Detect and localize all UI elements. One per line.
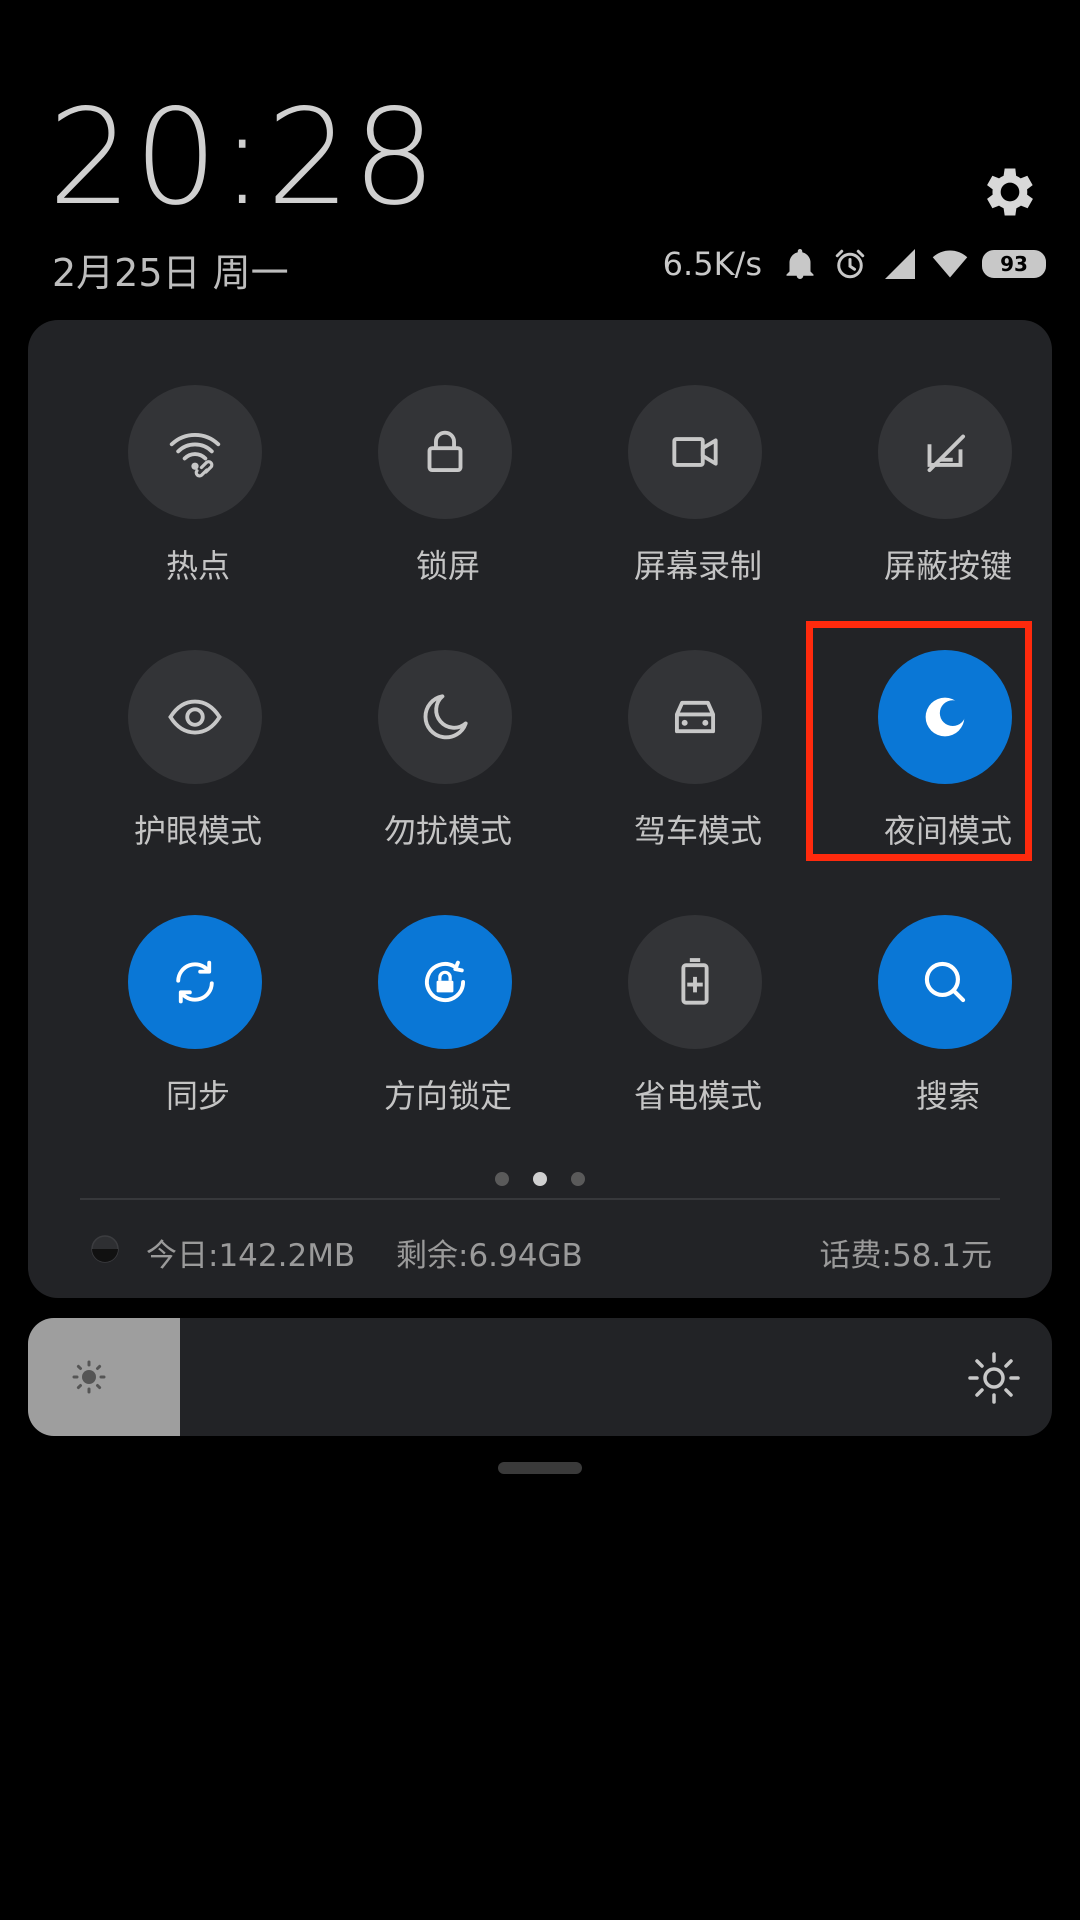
data-usage-icon [91,1235,119,1263]
tile-button[interactable] [128,385,262,519]
drag-handle[interactable] [498,1462,582,1474]
tile-block-keys[interactable]: 屏蔽按键 [823,385,1073,625]
eye-icon [168,699,222,735]
network-speed: 6.5K/s [662,245,762,283]
tile-label: 省电模式 [633,1077,762,1115]
tile-search[interactable]: 搜索 [823,915,1073,1155]
video-camera-icon [672,437,718,467]
block-keys-icon [927,434,966,473]
tile-button[interactable] [628,385,762,519]
tile-button[interactable] [378,650,512,784]
tile-lock-screen[interactable]: 锁屏 [323,385,573,625]
tile-button[interactable] [128,650,262,784]
tile-label: 屏幕录制 [633,547,762,585]
tile-button[interactable] [378,915,512,1049]
sync-icon [176,960,214,1004]
tile-label: 同步 [165,1077,230,1115]
tile-button[interactable] [628,915,762,1049]
bell-icon [786,249,814,279]
battery-icon: 93 [982,250,1046,278]
tile-label: 方向锁定 [383,1077,512,1115]
phone-fee: 话费:58.1元 [819,1238,992,1274]
tile-label: 搜索 [915,1077,980,1115]
tile-label: 勿扰模式 [383,812,512,850]
battery-saver-icon [681,958,709,1005]
tile-screen-record[interactable]: 屏幕录制 [573,385,823,625]
tile-hotspot[interactable]: 热点 [73,385,323,625]
tile-button[interactable] [878,915,1012,1049]
search-icon [924,961,966,1003]
data-usage-row[interactable]: 今日:142.2MB 剩余:6.94GB 话费:58.1元 [28,1230,1052,1280]
tile-sync[interactable]: 同步 [73,915,323,1155]
highlight-box [806,621,1032,861]
tile-button[interactable] [128,915,262,1049]
tile-button[interactable] [378,385,512,519]
clock-date[interactable]: 2月25日 周一 [52,242,289,297]
rotation-lock-icon [424,960,466,1003]
page-dot[interactable] [495,1172,509,1186]
tile-label: 屏蔽按键 [883,547,1012,585]
divider [80,1198,1000,1200]
tile-label: 锁屏 [415,547,480,585]
wifi-icon [932,250,968,278]
tile-battery-saver[interactable]: 省电模式 [573,915,823,1155]
alarm-icon [835,249,865,279]
hotspot-icon [169,433,221,478]
tile-do-not-disturb[interactable]: 勿扰模式 [323,650,573,890]
tile-label: 护眼模式 [133,812,262,850]
tile-label: 驾车模式 [633,812,762,850]
lock-icon [427,430,463,473]
data-today: 今日:142.2MB [146,1238,356,1274]
brightness-low-icon [72,1360,106,1394]
tile-rotation-lock[interactable]: 方向锁定 [323,915,573,1155]
battery-level: 93 [1000,252,1028,276]
tile-button[interactable] [628,650,762,784]
gear-icon[interactable] [978,160,1042,224]
status-bar: 6.5K/s 93 [663,244,1046,284]
tile-eye-care[interactable]: 护眼模式 [73,650,323,890]
moon-icon [423,694,468,740]
brightness-slider[interactable] [28,1318,1052,1436]
page-dot-current[interactable] [533,1172,547,1186]
tile-button[interactable] [878,385,1012,519]
page-indicator[interactable] [28,1172,1052,1186]
data-remaining: 剩余:6.94GB [396,1238,583,1274]
page-dot[interactable] [571,1172,585,1186]
tile-driving-mode[interactable]: 驾车模式 [573,650,823,890]
signal-icon [885,249,915,279]
clock-time[interactable]: 20:28 [48,88,438,228]
brightness-high-icon [968,1352,1020,1404]
tile-label: 热点 [165,547,230,585]
car-icon [674,700,716,734]
